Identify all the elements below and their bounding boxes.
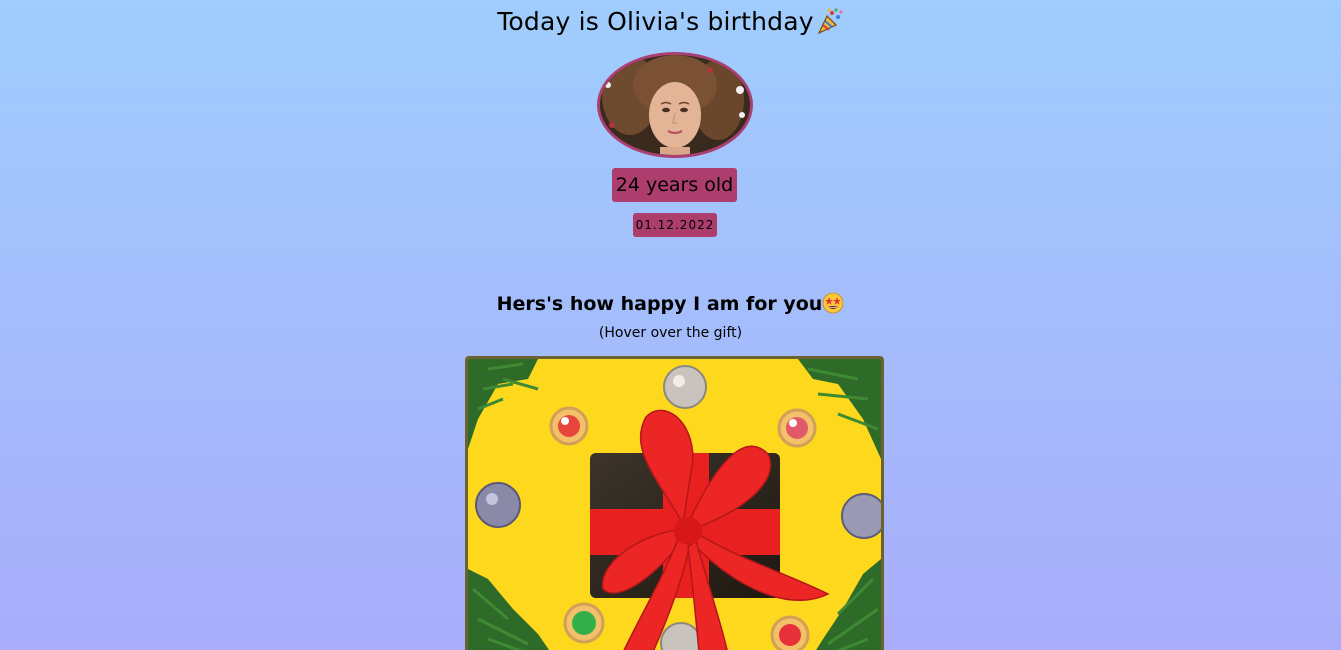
page-title-text: Today is Olivia's birthday xyxy=(497,7,814,36)
party-popper-icon xyxy=(817,8,843,35)
gift-image-frame[interactable] xyxy=(465,356,884,650)
star-struck-face-icon xyxy=(822,292,844,314)
gift-box-with-red-ribbon[interactable] xyxy=(468,359,881,650)
birthday-page: Today is Olivia's birthday 24 years old … xyxy=(0,0,1341,650)
blue-ornament xyxy=(841,493,881,539)
avatar xyxy=(597,52,753,158)
age-badge: 24 years old xyxy=(612,168,737,202)
ribbon-knot xyxy=(674,517,702,545)
happy-message: Hers's how happy I am for you xyxy=(0,290,1341,318)
woman-portrait-avatar xyxy=(600,55,750,155)
silver-ornament xyxy=(663,365,707,409)
hover-hint: (Hover over the gift) xyxy=(598,325,743,341)
page-title: Today is Olivia's birthday xyxy=(0,4,1341,40)
blue-ornament xyxy=(475,482,521,528)
date-badge: 01.12.2022 xyxy=(633,213,717,237)
happy-message-text: Hers's how happy I am for you xyxy=(496,293,823,315)
